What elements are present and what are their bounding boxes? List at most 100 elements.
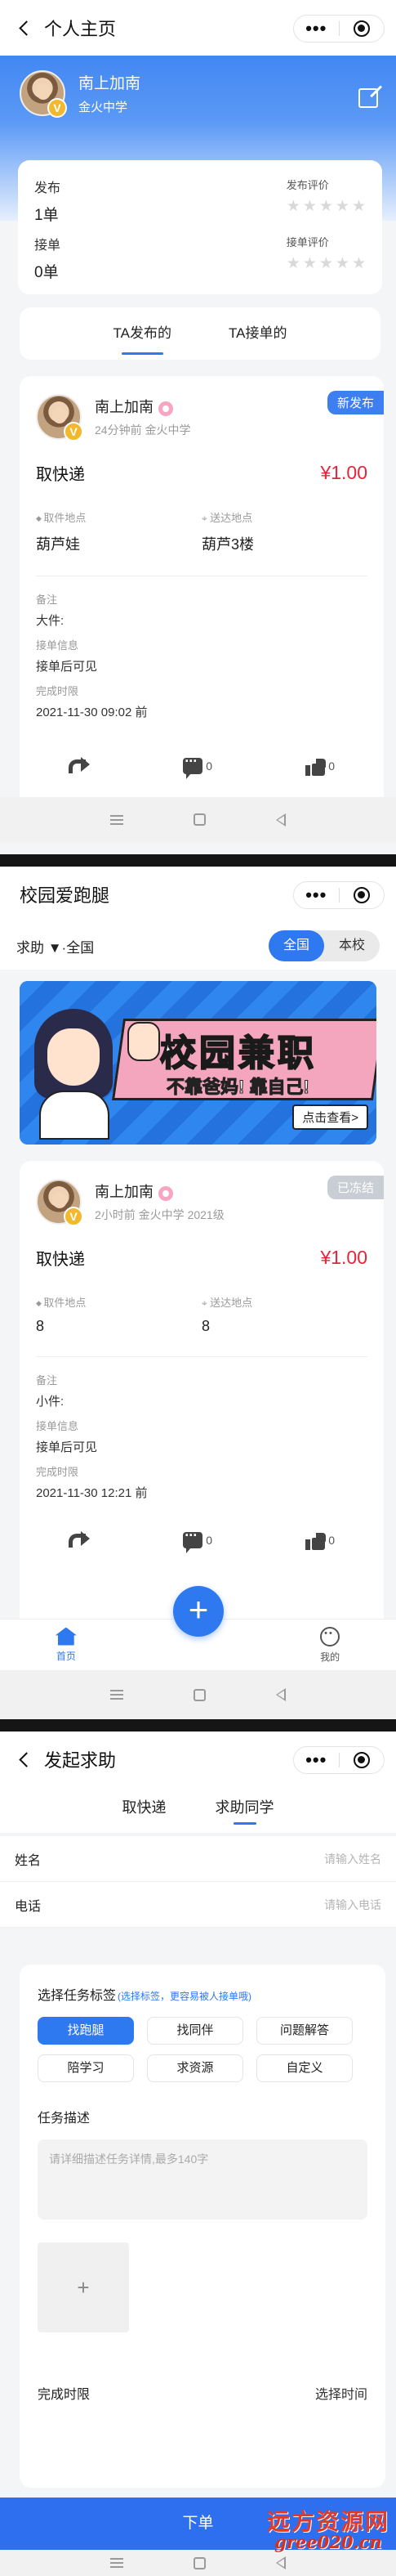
like-button[interactable]: 0: [305, 756, 335, 777]
note-label: 备注: [36, 1374, 58, 1387]
order-card[interactable]: V 南上加南 24分钟前 金火中学 新发布 取快递 ¥1.00 取件地点 葫芦娃…: [20, 376, 384, 801]
publish-stats-row: 发布 1单 发布评价 ★ ★ ★ ★ ★: [34, 177, 366, 234]
phone-field-row: 电话 请输入电话: [0, 1882, 396, 1928]
more-icon[interactable]: •••: [294, 16, 339, 41]
tag-study[interactable]: 陪学习: [38, 2054, 134, 2082]
phone-label: 电话: [15, 1899, 42, 1914]
avatar[interactable]: V: [36, 1179, 83, 1226]
site-watermark: 远方资源网 gree020.cn: [266, 2507, 389, 2551]
order-user-name: 南上加南: [95, 1184, 154, 1200]
image-upload-button[interactable]: +: [38, 2242, 129, 2332]
share-button[interactable]: [69, 757, 90, 775]
scope-national[interactable]: 全国: [269, 930, 324, 961]
record-icon: [353, 20, 370, 37]
nav-bar: 校园爱跑腿 •••: [0, 867, 396, 922]
add-task-button[interactable]: +: [173, 1586, 224, 1637]
close-capsule-button[interactable]: [340, 887, 385, 903]
stats-card: 发布 1单 发布评价 ★ ★ ★ ★ ★ 接单 0单 接单评价 ★ ★ ★ ★ …: [18, 160, 382, 294]
order-actions: 0 0: [36, 1524, 367, 1557]
close-capsule-button[interactable]: [340, 1752, 385, 1768]
menu-icon[interactable]: [110, 2558, 123, 2568]
description-input[interactable]: 请详细描述任务详情,最多140字: [38, 2139, 367, 2220]
avatar[interactable]: V: [36, 394, 83, 441]
accept-count: 0单: [34, 264, 59, 281]
edit-icon[interactable]: [358, 88, 378, 108]
deadline-value: 2021-11-30 12:21 前: [36, 1486, 148, 1501]
tag-resources[interactable]: 求资源: [147, 2054, 243, 2082]
like-button[interactable]: 0: [305, 1530, 335, 1551]
accept-rating-label: 接单评价: [286, 236, 329, 249]
tag-errand[interactable]: 找跑腿: [38, 2017, 134, 2045]
promo-banner[interactable]: 校园兼职 不靠爸妈! 靠自己! 点击查看>: [20, 981, 376, 1145]
tab-home[interactable]: 首页: [42, 1627, 91, 1663]
accept-stats-row: 接单 0单 接单评价 ★ ★ ★ ★ ★: [34, 234, 366, 291]
scope-segment: 全国 本校: [269, 930, 380, 961]
order-card[interactable]: V 南上加南 2小时前 金火中学 2021级 已冻结 取快递 ¥1.00 取件地…: [20, 1161, 384, 1619]
avatar-face: [52, 407, 67, 423]
screenshot-separator: [0, 1719, 396, 1732]
phone-input[interactable]: 请输入电话: [324, 1897, 381, 1913]
tab-ask-classmate[interactable]: 求助同学: [216, 1787, 274, 1833]
close-capsule-button[interactable]: [340, 20, 385, 37]
mini-program-capsule: •••: [293, 1746, 385, 1774]
more-icon[interactable]: •••: [294, 883, 339, 907]
tab-accepted[interactable]: TA接单的: [229, 307, 287, 360]
comment-button[interactable]: 0: [183, 1527, 212, 1554]
back-triangle-icon[interactable]: [276, 1688, 286, 1701]
star-icon: ★: [302, 198, 317, 215]
delivery-label: 送达地点: [202, 1294, 367, 1310]
status-badge: 新发布: [327, 391, 384, 414]
publish-rating-label: 发布评价: [286, 179, 329, 191]
share-button[interactable]: [69, 1531, 90, 1549]
menu-icon[interactable]: [110, 1690, 123, 1700]
delivery-value: 8: [202, 1318, 211, 1335]
star-icon: ★: [318, 198, 333, 215]
pickup-label: 取件地点: [36, 1294, 202, 1310]
deadline-picker[interactable]: 选择时间: [315, 2383, 367, 2403]
comment-button[interactable]: 0: [183, 753, 212, 780]
back-triangle-icon[interactable]: [276, 813, 286, 827]
banner-view-button[interactable]: 点击查看>: [292, 1104, 368, 1130]
contact-value: 接单后可见: [36, 660, 98, 674]
profile-text: 南上加南 金火中学: [78, 71, 140, 115]
tab-home-label: 首页: [56, 1650, 76, 1662]
tag-hint: (选择标签，更容易被人接单哦): [118, 1991, 252, 2002]
like-count: 0: [328, 1534, 335, 1548]
tab-pickup[interactable]: 取快递: [122, 1787, 167, 1833]
system-nav-bar: [0, 2550, 396, 2576]
mini-program-capsule: •••: [293, 881, 385, 909]
tag-custom[interactable]: 自定义: [256, 2054, 353, 2082]
note-value: 小件:: [36, 1395, 65, 1409]
tab-me[interactable]: 我的: [305, 1626, 354, 1664]
tag-companion[interactable]: 找同伴: [147, 2017, 243, 2045]
scope-school[interactable]: 本校: [324, 930, 380, 961]
watermark-title: 远方资源网: [266, 2507, 389, 2535]
avatar-face: [36, 83, 51, 100]
menu-icon[interactable]: [110, 814, 123, 825]
tag-section-title: 选择任务标签 (选择标签，更容易被人接单哦): [38, 1989, 252, 2003]
tag-qa[interactable]: 问题解答: [256, 2017, 353, 2045]
banner-subtitle: 不靠爸妈! 靠自己!: [167, 1077, 310, 1098]
order-title: 取快递: [36, 466, 85, 484]
name-input[interactable]: 请输入姓名: [324, 1851, 381, 1867]
more-icon[interactable]: •••: [294, 1748, 339, 1772]
verified-badge: V: [64, 1207, 83, 1226]
home-icon[interactable]: [194, 1688, 206, 1701]
back-icon[interactable]: [15, 17, 36, 38]
category-filter[interactable]: 求助 ▼·全国: [16, 936, 94, 956]
page-title: 发起求助: [44, 1750, 117, 1771]
deadline-label: 完成时限: [36, 685, 79, 698]
accept-rating-stars: ★ ★ ★ ★ ★: [287, 256, 366, 272]
star-icon: ★: [351, 198, 366, 215]
home-icon[interactable]: [194, 813, 206, 826]
name-field-row: 姓名 请输入姓名: [0, 1836, 396, 1882]
avatar-face: [52, 1192, 67, 1208]
share-icon: [69, 1531, 90, 1549]
tab-published[interactable]: TA发布的: [113, 307, 171, 360]
back-icon[interactable]: [15, 1749, 36, 1770]
deadline-row: 完成时限 选择时间: [38, 2383, 367, 2403]
back-triangle-icon[interactable]: [276, 2556, 286, 2569]
avatar[interactable]: V: [20, 70, 67, 118]
home-icon[interactable]: [194, 2556, 206, 2569]
order-addresses: 取件地点 8 送达地点 8: [36, 1294, 367, 1335]
